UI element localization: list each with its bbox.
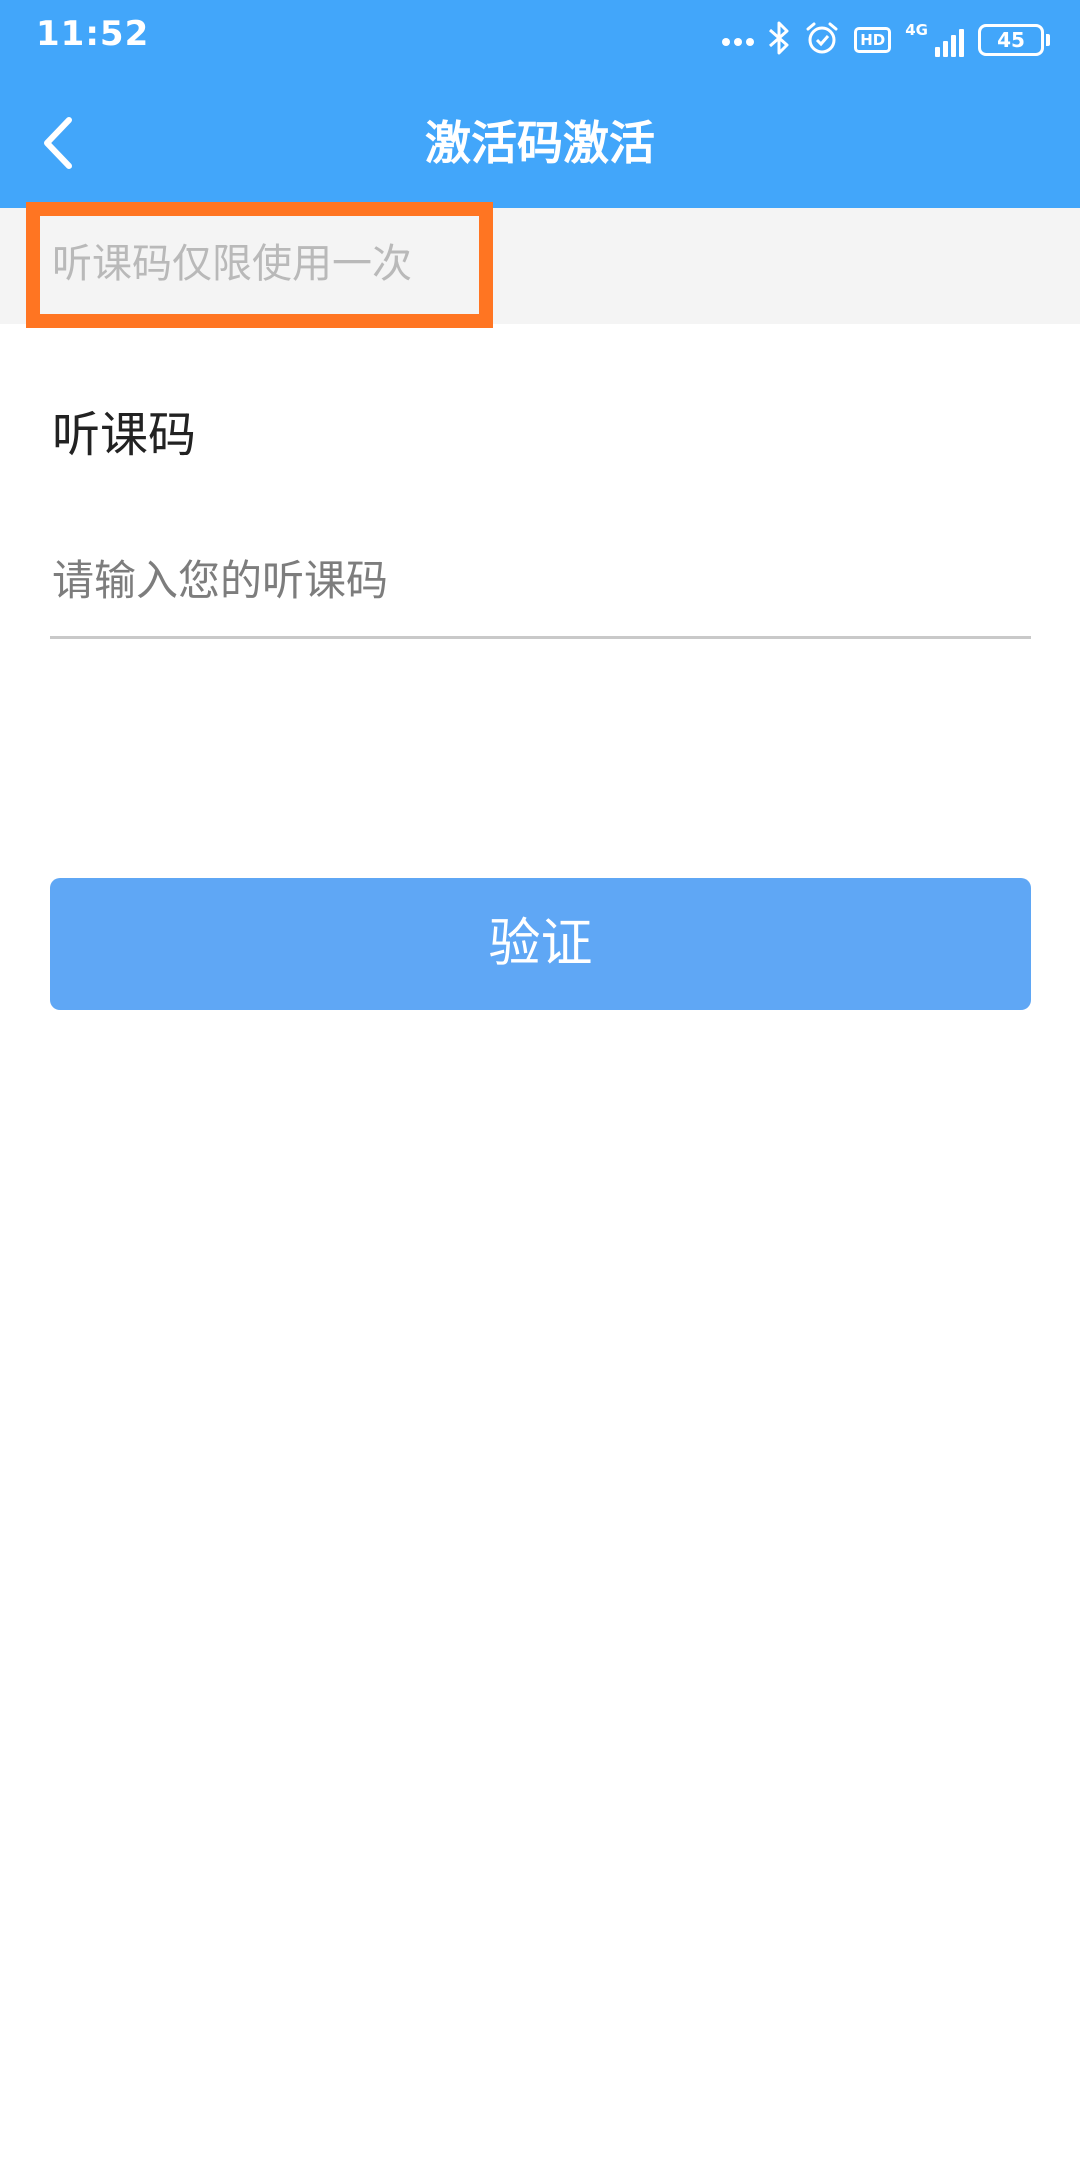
listen-code-label: 听课码	[52, 407, 197, 463]
signal-icon: 4G	[905, 23, 964, 57]
more-dots-icon	[718, 31, 755, 50]
app-bar: 11:52 HD 4G 45 激活码激活	[0, 0, 1080, 208]
battery-icon: 45	[978, 24, 1050, 56]
battery-level: 45	[978, 24, 1044, 56]
page-title: 激活码激活	[425, 116, 655, 170]
input-underline	[50, 636, 1031, 639]
listen-code-input[interactable]	[50, 542, 1030, 618]
network-type: 4G	[905, 21, 928, 39]
verify-button[interactable]: 验证	[50, 878, 1031, 1010]
notice-text: 听课码仅限使用一次	[52, 241, 412, 287]
alarm-icon	[804, 20, 840, 60]
status-time: 11:52	[36, 14, 150, 54]
hd-icon: HD	[854, 27, 892, 53]
status-bar: 11:52 HD 4G 45	[0, 0, 1080, 80]
status-icons: HD 4G 45	[704, 18, 1050, 62]
bluetooth-icon	[768, 20, 790, 60]
